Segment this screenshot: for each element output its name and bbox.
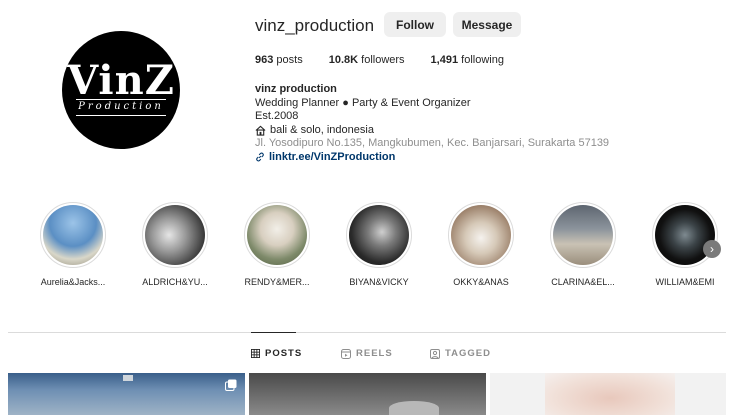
tabs-divider — [8, 332, 726, 333]
post-thumbnail[interactable] — [8, 373, 245, 415]
story-highlight[interactable]: CLARINA&EL... — [543, 202, 623, 287]
bio-line: Wedding Planner ● Party & Event Organize… — [255, 96, 471, 109]
story-highlight[interactable]: BIYAN&VICKY — [339, 202, 419, 287]
posts-stat: 963 posts — [255, 54, 303, 66]
highlight-thumbnail — [145, 205, 205, 265]
follow-button[interactable]: Follow — [384, 12, 446, 37]
highlight-thumbnail — [247, 205, 307, 265]
message-button[interactable]: Message — [453, 12, 521, 37]
highlight-thumbnail — [349, 205, 409, 265]
tab-reels-label: REELS — [356, 348, 393, 359]
highlight-label: BIYAN&VICKY — [349, 277, 409, 287]
multiple-photos-icon — [225, 379, 237, 391]
house-icon — [255, 125, 266, 136]
story-highlight[interactable]: Aurelia&Jacks... — [33, 202, 113, 287]
highlight-label: Aurelia&Jacks... — [40, 277, 106, 287]
light-fixture — [123, 375, 133, 381]
following-stat[interactable]: 1,491 following — [431, 54, 504, 66]
profile-stats: 963 posts 10.8K followers 1,491 followin… — [255, 54, 530, 66]
highlight-label: RENDY&MER... — [244, 277, 310, 287]
bio-address[interactable]: Jl. Yosodipuro No.135, Mangkubumen, Kec.… — [255, 137, 609, 151]
posts-count: 963 — [255, 54, 274, 66]
logo-divider — [76, 115, 166, 116]
profile-bio: vinz production Wedding Planner ● Party … — [255, 83, 609, 164]
highlight-ring — [550, 202, 616, 268]
highlight-ring — [346, 202, 412, 268]
profile-avatar[interactable]: VinZ Production — [62, 31, 180, 149]
following-label: following — [461, 54, 504, 66]
tab-posts-label: POSTS — [265, 348, 303, 359]
logo-divider — [76, 99, 166, 100]
bio-link-text: linktr.ee/VinZProduction — [269, 150, 396, 163]
post-image-content — [545, 373, 675, 415]
bio-link[interactable]: linktr.ee/VinZProduction — [255, 151, 609, 165]
profile-username: vinz_production — [255, 16, 375, 35]
story-highlight[interactable]: RENDY&MER... — [237, 202, 317, 287]
highlight-label: ALDRICH&YU... — [142, 277, 208, 287]
link-icon — [256, 152, 264, 162]
highlight-ring — [142, 202, 208, 268]
bio-line: Est.2008 — [255, 110, 299, 122]
followers-stat[interactable]: 10.8K followers — [329, 54, 405, 66]
tab-reels[interactable]: REELS — [341, 348, 393, 359]
post-thumbnail[interactable] — [490, 373, 726, 415]
tab-tagged[interactable]: TAGGED — [430, 348, 491, 359]
highlight-thumbnail — [553, 205, 613, 265]
reels-icon — [341, 348, 351, 359]
tab-posts[interactable]: POSTS — [251, 348, 302, 359]
logo-sub-text: Production — [78, 101, 164, 112]
posts-label: posts — [276, 54, 303, 66]
highlight-label: WILLIAM&EMI — [655, 277, 715, 287]
highlight-thumbnail — [451, 205, 511, 265]
story-highlight[interactable]: OKKY&ANAS — [441, 202, 521, 287]
story-highlight[interactable]: ALDRICH&YU... — [135, 202, 215, 287]
post-thumbnail[interactable] — [249, 373, 486, 415]
chevron-right-icon[interactable]: › — [703, 240, 721, 258]
logo-main-text: VinZ — [67, 57, 175, 104]
bio-location: bali & solo, indonesia — [255, 124, 609, 138]
highlight-ring — [448, 202, 514, 268]
highlight-thumbnail — [43, 205, 103, 265]
highlight-label: CLARINA&EL... — [551, 277, 615, 287]
following-count: 1,491 — [430, 54, 459, 66]
highlight-label: OKKY&ANAS — [453, 277, 509, 287]
ring-shape — [389, 401, 439, 415]
highlight-ring — [244, 202, 310, 268]
active-tab-indicator — [251, 332, 296, 333]
bio-name: vinz production — [255, 83, 337, 95]
highlight-ring — [652, 202, 718, 268]
grid-icon — [251, 349, 260, 358]
highlight-ring — [40, 202, 106, 268]
bio-location-text: bali & solo, indonesia — [270, 123, 374, 136]
followers-label: followers — [361, 54, 405, 66]
tagged-icon — [430, 348, 440, 359]
tab-tagged-label: TAGGED — [445, 348, 491, 359]
followers-count: 10.8K — [328, 54, 359, 66]
